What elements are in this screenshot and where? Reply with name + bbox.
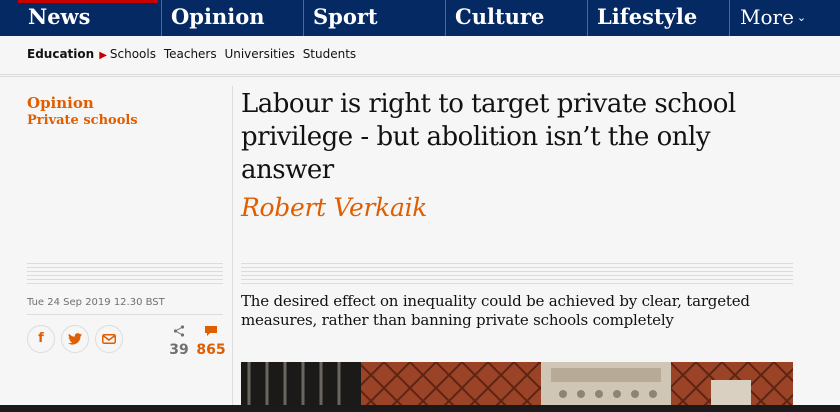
nav-pillar-opinion-label: Opinion xyxy=(171,4,265,29)
article-standfirst: The desired effect on inequality could b… xyxy=(241,292,750,329)
nav-pillar-opinion[interactable]: Opinion xyxy=(161,0,303,36)
nav-pillar-news-accent xyxy=(18,0,158,3)
subnav-link-students[interactable]: Students xyxy=(303,47,357,61)
nav-pillar-culture-label: Culture xyxy=(455,4,545,29)
share-icon xyxy=(173,325,185,337)
share-twitter-button[interactable] xyxy=(61,325,89,353)
article-date: Tue 24 Sep 2019 12.30 BST xyxy=(27,297,165,308)
comment-icon xyxy=(205,326,217,336)
article-kicker[interactable]: Opinion xyxy=(27,94,223,112)
share-count: 39 xyxy=(168,322,190,358)
comment-count-value: 865 xyxy=(196,342,226,358)
nav-more-button[interactable]: More ⌄ xyxy=(740,0,806,36)
sub-navigation: Education ▶ Schools Teachers Universities … xyxy=(0,36,840,74)
email-icon xyxy=(102,333,116,344)
school-building-image xyxy=(241,362,793,406)
article-headline: Labour is right to target private school… xyxy=(241,89,736,185)
bottom-bar xyxy=(0,405,840,412)
nav-pillar-news-label: News xyxy=(28,4,91,29)
share-email-button[interactable] xyxy=(95,325,123,353)
article-main-image xyxy=(241,362,793,406)
chevron-down-icon: ⌄ xyxy=(796,11,807,24)
nav-pillar-lifestyle[interactable]: Lifestyle xyxy=(587,0,729,36)
facebook-icon: f xyxy=(38,331,44,346)
nav-pillar-sport[interactable]: Sport xyxy=(303,0,445,36)
article-byline[interactable]: Robert Verkaik xyxy=(241,193,427,222)
subnav-link-schools[interactable]: Schools xyxy=(110,47,156,61)
nav-pillar-lifestyle-label: Lifestyle xyxy=(597,4,698,29)
comment-count-button[interactable]: 865 xyxy=(196,322,226,358)
arrow-right-icon: ▶ xyxy=(99,50,107,61)
share-count-value: 39 xyxy=(169,342,189,358)
meta-rule-lines xyxy=(27,263,223,285)
nav-divider xyxy=(729,0,730,36)
nav-pillar-sport-label: Sport xyxy=(313,4,378,29)
subnav-link-universities[interactable]: Universities xyxy=(224,47,294,61)
column-divider xyxy=(232,86,233,412)
share-facebook-button[interactable]: f xyxy=(27,325,55,353)
nav-more-label: More xyxy=(740,5,794,29)
top-navigation: News Opinion Sport Culture Lifestyle Mor… xyxy=(0,0,840,36)
article-series-tag[interactable]: Private schools xyxy=(27,112,223,130)
subnav-section-education[interactable]: Education xyxy=(27,47,94,61)
nav-pillar-culture[interactable]: Culture xyxy=(445,0,587,36)
meta-divider xyxy=(27,314,223,315)
subnav-divider xyxy=(0,74,840,77)
twitter-icon xyxy=(68,332,82,345)
article-meta-column: Opinion Private schools xyxy=(27,94,223,130)
standfirst-rule-lines xyxy=(241,263,793,285)
nav-pillar-news[interactable]: News xyxy=(18,0,160,36)
subnav-link-teachers[interactable]: Teachers xyxy=(164,47,217,61)
